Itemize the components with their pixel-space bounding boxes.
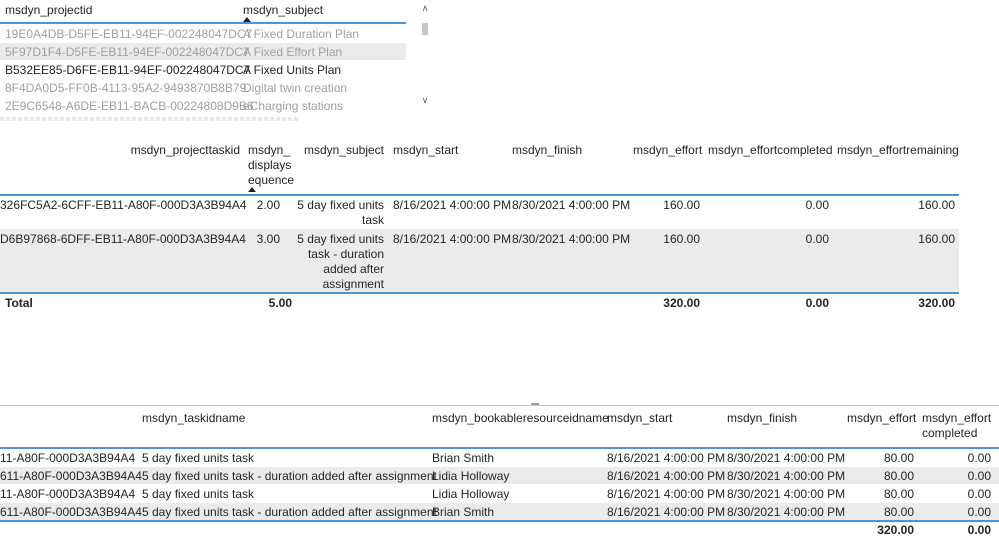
start-cell: 8/16/2021 4:00:00 PM xyxy=(607,451,726,465)
task-id-cell: D6B97868-6DFF-EB11-A80F-000D3A3B94A4 xyxy=(0,232,246,246)
column-header-displaysequence-1[interactable]: msdyn_ xyxy=(248,143,290,158)
project-id-cell: B532EE85-D6FE-EB11-94EF-002248047DC7 xyxy=(5,63,251,77)
effortremaining-cell: 160.00 xyxy=(918,198,955,212)
column-header-effortcompleted[interactable]: msdyn_effortcompleted xyxy=(708,143,833,158)
finish-cell: 8/30/2021 4:00:00 PM xyxy=(727,487,846,501)
effortcompleted-cell: 0.00 xyxy=(967,487,991,501)
resource-cell: Lidia Holloway xyxy=(432,487,510,501)
column-header-projectid[interactable]: msdyn_projectid xyxy=(5,3,92,18)
subject-cell-line: added after xyxy=(323,262,384,276)
finish-cell: 8/30/2021 4:00:00 PM xyxy=(727,505,846,519)
subject-cell-line: task xyxy=(361,213,384,227)
effortcompleted-cell: 0.00 xyxy=(805,232,829,246)
task-id-cell: 611-A80F-000D3A3B94A4 xyxy=(0,469,142,483)
taskidname-cell: 5 day fixed units task - duration added … xyxy=(142,469,437,483)
resource-cell: Lidia Holloway xyxy=(432,469,510,483)
effort-cell: 160.00 xyxy=(663,198,700,212)
scrollbar-thumb[interactable] xyxy=(422,23,428,35)
start-cell: 8/16/2021 4:00:00 PM xyxy=(393,232,512,246)
column-header-bookableresourceidname[interactable]: msdyn_bookableresourceidname xyxy=(432,411,609,426)
column-header-finish[interactable]: msdyn_finish xyxy=(727,411,797,426)
subject-cell-line: task - duration xyxy=(307,247,384,261)
effort-cell: 80.00 xyxy=(883,487,914,501)
column-header-displaysequence-2[interactable]: displays xyxy=(248,158,291,173)
subject-cell: A Fixed Units Plan xyxy=(243,63,342,77)
taskidname-cell: 5 day fixed units task xyxy=(142,487,255,501)
visual-top-border xyxy=(0,405,999,406)
start-cell: 8/16/2021 4:00:00 PM xyxy=(607,469,726,483)
finish-cell: 8/30/2021 4:00:00 PM xyxy=(727,469,846,483)
subject-cell-line: 5 day fixed units xyxy=(297,198,384,212)
column-header-finish[interactable]: msdyn_finish xyxy=(512,143,582,158)
effort-cell: 80.00 xyxy=(883,451,914,465)
start-cell: 8/16/2021 4:00:00 PM xyxy=(607,505,726,519)
project-id-cell: 5F97D1F4-D5FE-EB11-94EF-002248047DC7 xyxy=(5,45,250,59)
resource-cell: Brian Smith xyxy=(432,505,495,519)
total-label: Total xyxy=(5,296,33,310)
subject-cell-line: 5 day fixed units xyxy=(297,232,384,246)
column-header-start[interactable]: msdyn_start xyxy=(607,411,672,426)
resource-cell: Brian Smith xyxy=(432,451,495,465)
column-header-effortcompleted-2[interactable]: completed xyxy=(922,426,977,441)
total-divider xyxy=(0,520,999,522)
effortcompleted-cell: 0.00 xyxy=(967,451,991,465)
column-header-subject[interactable]: msdyn_subject xyxy=(243,3,323,18)
total-effort: 320.00 xyxy=(877,523,914,537)
chevron-down-icon[interactable]: ∨ xyxy=(420,95,430,105)
total-effortcompleted: 0.00 xyxy=(967,523,991,537)
chevron-up-icon[interactable]: ∧ xyxy=(420,3,430,13)
subject-cell: A Fixed Effort Plan xyxy=(243,45,343,59)
finish-cell: 8/30/2021 4:00:00 PM xyxy=(512,198,631,212)
project-id-cell: 19E0A4DB-D5FE-EB11-94EF-002248047DC7 xyxy=(5,27,253,41)
column-header-effortcompleted-1[interactable]: msdyn_effort xyxy=(922,411,991,426)
subject-cell: A Fixed Duration Plan xyxy=(243,27,360,41)
taskidname-cell: 5 day fixed units task xyxy=(142,451,255,465)
subject-cell-line: assignment xyxy=(322,277,384,291)
effortcompleted-cell: 0.00 xyxy=(967,505,991,519)
total-divider xyxy=(0,292,959,294)
effort-cell: 160.00 xyxy=(663,232,700,246)
total-effortcompleted: 0.00 xyxy=(805,296,829,310)
column-header-displaysequence-3[interactable]: equence xyxy=(248,173,294,188)
project-id-cell: 8F4DA0D5-FF0B-4113-95A2-9493870B8B79 xyxy=(5,81,247,95)
start-cell: 8/16/2021 4:00:00 PM xyxy=(607,487,726,501)
effortremaining-cell: 160.00 xyxy=(918,232,955,246)
project-id-cell: 2E9C6548-A6DE-EB11-BACB-00224808D9B6 xyxy=(5,99,254,113)
effortcompleted-cell: 0.00 xyxy=(805,198,829,212)
column-header-effortremaining[interactable]: msdyn_effortremaining xyxy=(837,143,959,158)
total-effortremaining: 320.00 xyxy=(918,296,955,310)
column-header-effort[interactable]: msdyn_effort xyxy=(633,143,702,158)
finish-cell: 8/30/2021 4:00:00 PM xyxy=(727,451,846,465)
sort-ascending-icon[interactable] xyxy=(248,187,256,192)
effort-cell: 80.00 xyxy=(883,505,914,519)
partially-visible-row xyxy=(0,115,406,121)
column-header-effort[interactable]: msdyn_effort xyxy=(847,411,916,426)
vertical-scrollbar[interactable]: ∧ ∨ xyxy=(419,3,431,107)
total-sequence: 5.00 xyxy=(268,296,292,310)
effort-cell: 80.00 xyxy=(883,469,914,483)
task-id-cell: 611-A80F-000D3A3B94A4 xyxy=(0,505,142,519)
column-header-projecttaskid[interactable]: msdyn_projecttaskid xyxy=(100,143,240,158)
start-cell: 8/16/2021 4:00:00 PM xyxy=(393,198,512,212)
header-divider xyxy=(0,22,406,24)
taskidname-cell: 5 day fixed units task - duration added … xyxy=(142,505,437,519)
column-header-subject[interactable]: msdyn_subject xyxy=(300,143,384,158)
task-id-cell: 11-A80F-000D3A3B94A4 xyxy=(0,487,136,501)
header-divider xyxy=(0,447,999,449)
sequence-cell: 2.00 xyxy=(256,198,280,212)
header-divider xyxy=(0,194,959,196)
finish-cell: 8/30/2021 4:00:00 PM xyxy=(512,232,631,246)
effortcompleted-cell: 0.00 xyxy=(967,469,991,483)
sequence-cell: 3.00 xyxy=(256,232,280,246)
subject-cell: Digital twin creation xyxy=(243,81,348,95)
total-effort: 320.00 xyxy=(663,296,700,310)
task-id-cell: 326FC5A2-6CFF-EB11-A80F-000D3A3B94A4 xyxy=(0,198,247,212)
column-header-start[interactable]: msdyn_start xyxy=(393,143,458,158)
column-header-taskidname[interactable]: msdyn_taskidname xyxy=(142,411,245,426)
task-id-cell: 11-A80F-000D3A3B94A4 xyxy=(0,451,136,465)
subject-cell: eCharging stations xyxy=(243,99,344,113)
